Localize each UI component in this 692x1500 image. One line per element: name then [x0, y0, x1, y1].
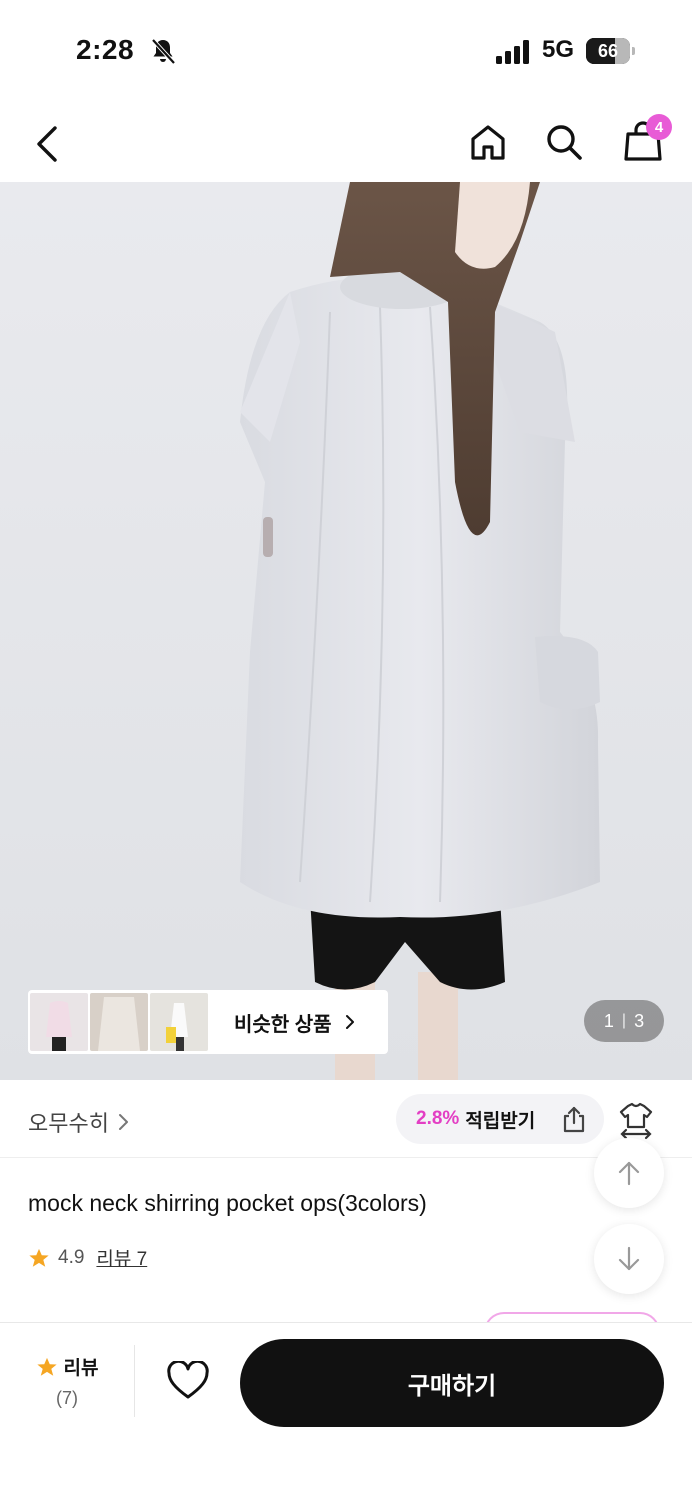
network-type: 5G: [542, 36, 575, 63]
similar-products-button[interactable]: 비슷한 상품: [28, 990, 388, 1054]
review-summary-button[interactable]: 리뷰 (7): [30, 1353, 104, 1409]
star-icon: [29, 1248, 49, 1267]
star-icon: [36, 1357, 57, 1376]
scroll-bottom-button[interactable]: [594, 1224, 664, 1294]
signal-icon: [496, 40, 529, 64]
chevron-right-icon: [345, 1015, 354, 1029]
page-total: 3: [634, 1010, 645, 1031]
heart-icon[interactable]: [166, 1361, 210, 1401]
product-photo: [0, 182, 692, 1080]
scroll-top-button[interactable]: [594, 1138, 664, 1208]
similar-thumb-3: [150, 993, 208, 1051]
bottom-action-bar: 리뷰 (7) 구매하기: [0, 1322, 692, 1500]
search-button[interactable]: [542, 120, 586, 164]
status-time: 2:28: [76, 34, 135, 65]
status-bar: 2:28 5G 66: [0, 0, 692, 100]
image-page-counter: 1 | 3: [584, 1000, 664, 1042]
arrow-down-icon: [618, 1246, 640, 1271]
page-separator: |: [621, 1012, 627, 1029]
home-icon: [471, 125, 505, 160]
page-current: 1: [603, 1010, 614, 1031]
search-icon: [547, 125, 582, 160]
chevron-right-icon: [118, 1114, 128, 1130]
similar-thumb-2: [90, 993, 148, 1051]
home-button[interactable]: [466, 120, 510, 164]
chevron-left-icon: [37, 126, 57, 162]
brand-link[interactable]: 오무수히: [28, 1106, 131, 1138]
cart-count-badge: 4: [646, 114, 672, 140]
back-button[interactable]: [24, 120, 72, 168]
product-rating: 4.9 리뷰 7: [28, 1244, 147, 1271]
review-label: 리뷰: [63, 1358, 99, 1379]
divider: [134, 1345, 135, 1417]
rating-value: 4.9: [58, 1246, 85, 1268]
review-link[interactable]: 리뷰 7: [96, 1244, 147, 1271]
reward-percent: 2.8%: [416, 1108, 460, 1129]
buy-button[interactable]: 구매하기: [240, 1339, 664, 1427]
product-image[interactable]: [0, 182, 692, 1080]
top-nav: [0, 100, 692, 182]
arrow-up-icon: [618, 1161, 640, 1186]
reward-label: 적립받기: [465, 1110, 536, 1132]
product-title: mock neck shirring pocket ops(3colors): [28, 1190, 427, 1216]
similar-products-label: 비슷한 상품: [234, 1013, 332, 1036]
similar-thumb-1: [30, 993, 88, 1051]
brand-name: 오무수히: [28, 1111, 109, 1136]
share-icon: [563, 1106, 585, 1133]
battery-tip: [632, 47, 635, 55]
size-guide-icon[interactable]: [616, 1100, 656, 1140]
battery-level: 66: [597, 41, 619, 61]
reward-share-button[interactable]: 2.8% 적립받기: [396, 1094, 604, 1144]
review-count: (7): [56, 1388, 78, 1408]
battery-icon: 66: [586, 38, 636, 64]
brand-row: 오무수히 2.8% 적립받기: [0, 1080, 692, 1158]
bell-muted-icon: [151, 38, 176, 65]
